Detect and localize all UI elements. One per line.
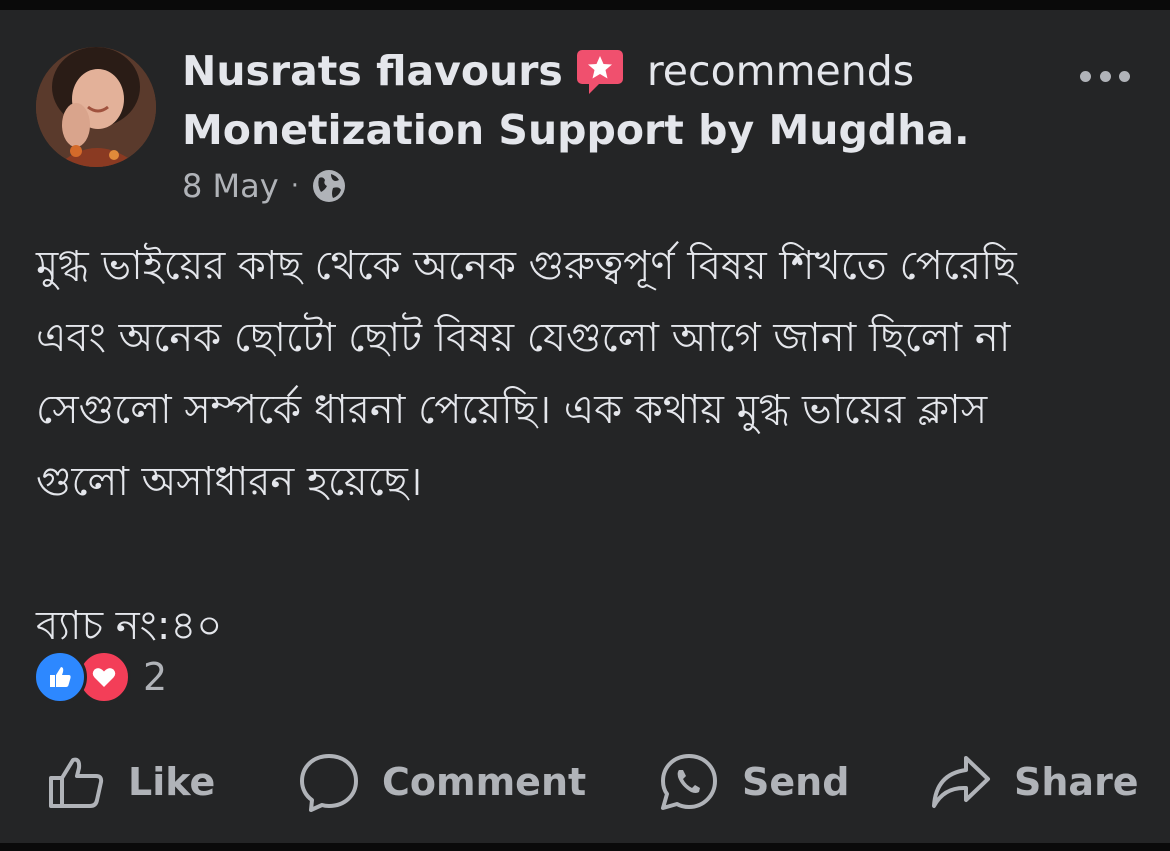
avatar-image (36, 47, 156, 167)
bottom-edge (0, 843, 1170, 851)
share-arrow-icon (932, 756, 990, 808)
post-text-line: এবং অনেক ছোটো ছোট বিষয় যেগুলো আগে জানা … (36, 315, 1011, 361)
comment-bubble-icon (300, 754, 358, 812)
post-text-line: সেগুলো সম্পর্কে ধারনা পেয়েছি। এক কথায় … (36, 387, 988, 433)
top-edge (0, 0, 1170, 10)
page-name[interactable]: Monetization Support by Mugdha. (182, 106, 970, 154)
thumbs-up-icon (49, 757, 104, 808)
batch-text: ব্যাচ নং:৪০ (36, 603, 223, 649)
more-dot (1080, 70, 1091, 82)
more-dot (1119, 70, 1130, 82)
post-meta: 8 May · (182, 165, 347, 207)
share-button[interactable]: Share (930, 742, 1139, 822)
like-label: Like (128, 760, 216, 804)
post-header: Nusrats flavours recommends (182, 46, 914, 96)
more-dot (1099, 70, 1111, 82)
comment-button[interactable]: Comment (298, 742, 586, 822)
more-options-icon[interactable] (1080, 66, 1130, 86)
like-reaction-icon (33, 650, 87, 704)
share-label: Share (1014, 760, 1139, 804)
send-label: Send (742, 760, 850, 804)
post-body: মুগ্ধ ভাইয়ের কাছ থেকে অনেক গুরুত্বপূর্ণ… (36, 230, 1126, 662)
post-actions-bar: Like Comment Send Share (0, 742, 1170, 822)
comment-label: Comment (382, 760, 587, 804)
globe-icon[interactable] (311, 168, 347, 204)
reactions-summary[interactable]: 2 (33, 650, 168, 704)
post-text-line: গুলো অসাধারন হয়েছে। (36, 459, 423, 505)
reaction-count: 2 (143, 655, 168, 699)
whatsapp-icon (661, 754, 717, 810)
author-avatar[interactable] (36, 47, 156, 167)
author-name[interactable]: Nusrats flavours (182, 46, 563, 96)
post-date[interactable]: 8 May (182, 167, 279, 205)
post-text-line: মুগ্ধ ভাইয়ের কাছ থেকে অনেক গুরুত্বপূর্ণ… (36, 243, 1017, 289)
action-text: recommends (646, 47, 915, 95)
recommendation-star-icon (575, 48, 625, 94)
send-button[interactable]: Send (658, 742, 849, 822)
meta-separator: · (290, 171, 299, 201)
like-button[interactable]: Like (46, 742, 215, 822)
recommended-page-line: Monetization Support by Mugdha. (182, 105, 970, 155)
